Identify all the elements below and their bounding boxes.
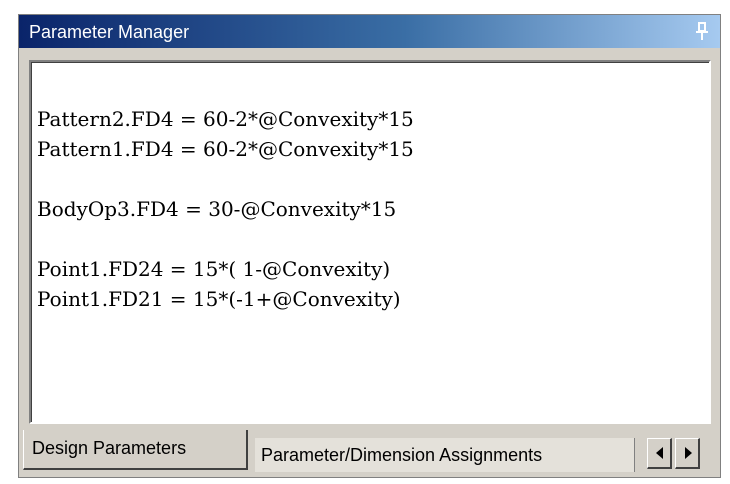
code-line: Point1.FD21 = 15*(-1+@Convexity) (37, 287, 401, 311)
tab-scroll-left-button[interactable] (647, 438, 672, 469)
tab-design-parameters[interactable]: Design Parameters (23, 430, 248, 470)
arrow-right-icon (685, 447, 692, 459)
tab-scroll-right-button[interactable] (675, 438, 700, 469)
pushpin-icon[interactable] (694, 21, 710, 41)
tab-strip: Design Parameters Parameter/Dimension As… (19, 426, 720, 478)
parameter-manager-panel: Parameter Manager Pattern2.FD4 = 60-2*@C… (18, 14, 721, 478)
code-block: Pattern2.FD4 = 60-2*@Convexity*15 Patter… (37, 104, 414, 314)
window-title: Parameter Manager (29, 22, 190, 42)
arrow-left-icon (656, 447, 663, 459)
code-line: Pattern1.FD4 = 60-2*@Convexity*15 (37, 137, 414, 161)
tab-parameter-dimension-assignments[interactable]: Parameter/Dimension Assignments (255, 438, 635, 472)
assignments-editor[interactable]: Pattern2.FD4 = 60-2*@Convexity*15 Patter… (29, 60, 711, 424)
code-line: BodyOp3.FD4 = 30-@Convexity*15 (37, 197, 397, 221)
title-bar: Parameter Manager (19, 15, 720, 48)
code-line: Point1.FD24 = 15*( 1-@Convexity) (37, 257, 391, 281)
code-line: Pattern2.FD4 = 60-2*@Convexity*15 (37, 107, 414, 131)
